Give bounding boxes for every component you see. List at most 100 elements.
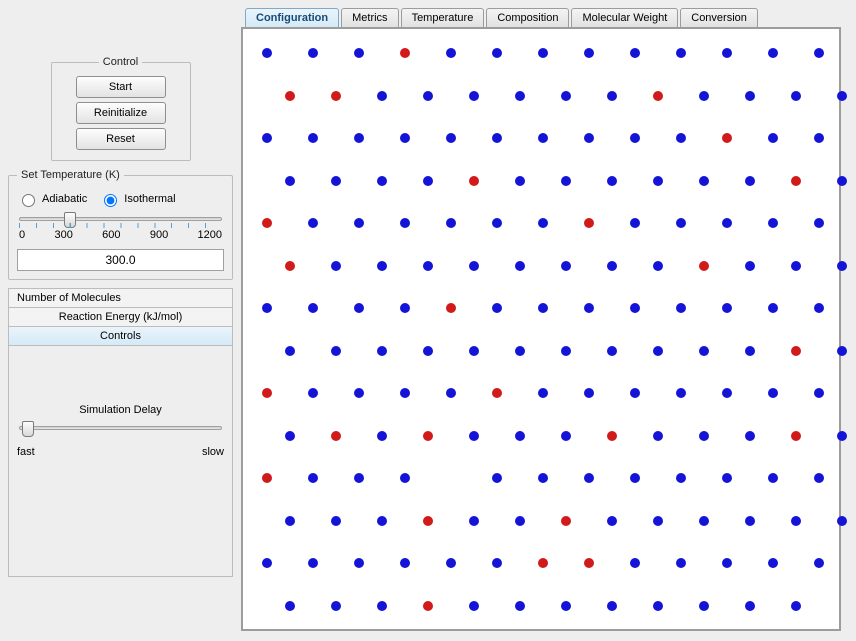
molecule-blue bbox=[285, 346, 295, 356]
molecule-blue bbox=[515, 261, 525, 271]
temperature-slider[interactable]: 03006009001200 bbox=[17, 213, 224, 243]
molecule-blue bbox=[354, 303, 364, 313]
delay-fast-label: fast bbox=[17, 446, 35, 458]
molecule-blue bbox=[676, 133, 686, 143]
molecule-blue bbox=[791, 516, 801, 526]
stack-tab-controls[interactable]: Controls bbox=[9, 327, 232, 346]
molecule-blue bbox=[492, 218, 502, 228]
control-group: Control Start Reinitialize Reset bbox=[51, 56, 191, 161]
molecule-blue bbox=[584, 133, 594, 143]
molecule-blue bbox=[285, 516, 295, 526]
molecule-blue bbox=[538, 218, 548, 228]
molecule-blue bbox=[814, 303, 824, 313]
molecule-blue bbox=[745, 346, 755, 356]
molecule-blue bbox=[607, 176, 617, 186]
molecule-blue bbox=[584, 473, 594, 483]
molecule-blue bbox=[377, 516, 387, 526]
temperature-tick: 1200 bbox=[198, 229, 222, 241]
molecule-blue bbox=[515, 601, 525, 611]
molecule-blue bbox=[722, 388, 732, 398]
delay-slow-label: slow bbox=[202, 446, 224, 458]
molecule-blue bbox=[653, 346, 663, 356]
molecule-red bbox=[331, 431, 341, 441]
tab-metrics[interactable]: Metrics bbox=[341, 8, 398, 27]
molecule-red bbox=[423, 601, 433, 611]
tab-molecular-weight[interactable]: Molecular Weight bbox=[571, 8, 678, 27]
molecule-blue bbox=[262, 48, 272, 58]
temperature-tick: 600 bbox=[102, 229, 120, 241]
molecule-red bbox=[423, 431, 433, 441]
left-panel: Control Start Reinitialize Reset Set Tem… bbox=[8, 8, 233, 631]
molecule-blue bbox=[400, 303, 410, 313]
molecule-blue bbox=[584, 388, 594, 398]
molecule-red bbox=[584, 218, 594, 228]
controls-body: Simulation Delay fast slow bbox=[9, 346, 232, 576]
molecule-blue bbox=[377, 91, 387, 101]
molecule-red bbox=[492, 388, 502, 398]
molecule-red bbox=[584, 558, 594, 568]
molecule-blue bbox=[653, 176, 663, 186]
reset-button[interactable]: Reset bbox=[76, 128, 166, 150]
molecule-blue bbox=[814, 48, 824, 58]
delay-slider[interactable] bbox=[17, 422, 224, 432]
molecule-blue bbox=[331, 346, 341, 356]
molecule-blue bbox=[791, 261, 801, 271]
delay-label: Simulation Delay bbox=[17, 404, 224, 416]
delay-slider-thumb[interactable] bbox=[22, 421, 34, 437]
molecule-blue bbox=[538, 133, 548, 143]
molecule-blue bbox=[515, 346, 525, 356]
molecule-red bbox=[699, 261, 709, 271]
molecule-blue bbox=[308, 388, 318, 398]
molecule-blue bbox=[377, 261, 387, 271]
molecule-blue bbox=[653, 601, 663, 611]
tab-conversion[interactable]: Conversion bbox=[680, 8, 758, 27]
tab-temperature[interactable]: Temperature bbox=[401, 8, 485, 27]
molecule-blue bbox=[515, 176, 525, 186]
molecule-blue bbox=[745, 261, 755, 271]
molecule-blue bbox=[607, 346, 617, 356]
tab-configuration[interactable]: Configuration bbox=[245, 8, 339, 27]
molecule-blue bbox=[446, 558, 456, 568]
molecule-blue bbox=[561, 601, 571, 611]
molecule-red bbox=[400, 48, 410, 58]
molecule-red bbox=[331, 91, 341, 101]
adiabatic-radio-input[interactable] bbox=[22, 194, 35, 207]
tab-composition[interactable]: Composition bbox=[486, 8, 569, 27]
molecule-blue bbox=[492, 558, 502, 568]
molecule-blue bbox=[768, 133, 778, 143]
molecule-blue bbox=[722, 558, 732, 568]
molecule-red bbox=[791, 176, 801, 186]
molecule-blue bbox=[354, 473, 364, 483]
molecule-blue bbox=[791, 91, 801, 101]
molecule-blue bbox=[285, 431, 295, 441]
stack-tab-energy[interactable]: Reaction Energy (kJ/mol) bbox=[9, 308, 232, 327]
molecule-red bbox=[262, 388, 272, 398]
molecule-blue bbox=[653, 516, 663, 526]
molecule-blue bbox=[423, 176, 433, 186]
reinitialize-button[interactable]: Reinitialize bbox=[76, 102, 166, 124]
molecule-blue bbox=[722, 473, 732, 483]
control-legend: Control bbox=[99, 56, 142, 68]
molecule-blue bbox=[584, 303, 594, 313]
stack-tab-molecules[interactable]: Number of Molecules bbox=[9, 289, 232, 308]
molecule-red bbox=[262, 218, 272, 228]
isothermal-radio-input[interactable] bbox=[104, 194, 117, 207]
molecule-blue bbox=[768, 558, 778, 568]
molecule-blue bbox=[607, 516, 617, 526]
molecule-blue bbox=[676, 388, 686, 398]
molecule-blue bbox=[837, 91, 847, 101]
molecule-blue bbox=[814, 388, 824, 398]
molecule-red bbox=[469, 176, 479, 186]
molecule-blue bbox=[768, 388, 778, 398]
molecule-blue bbox=[745, 601, 755, 611]
molecule-blue bbox=[630, 388, 640, 398]
isothermal-radio[interactable]: Isothermal bbox=[99, 191, 175, 207]
start-button[interactable]: Start bbox=[76, 76, 166, 98]
molecule-blue bbox=[469, 346, 479, 356]
molecule-blue bbox=[561, 261, 571, 271]
molecule-blue bbox=[699, 346, 709, 356]
adiabatic-radio[interactable]: Adiabatic bbox=[17, 191, 87, 207]
molecule-red bbox=[538, 558, 548, 568]
molecule-blue bbox=[492, 303, 502, 313]
molecule-blue bbox=[515, 516, 525, 526]
